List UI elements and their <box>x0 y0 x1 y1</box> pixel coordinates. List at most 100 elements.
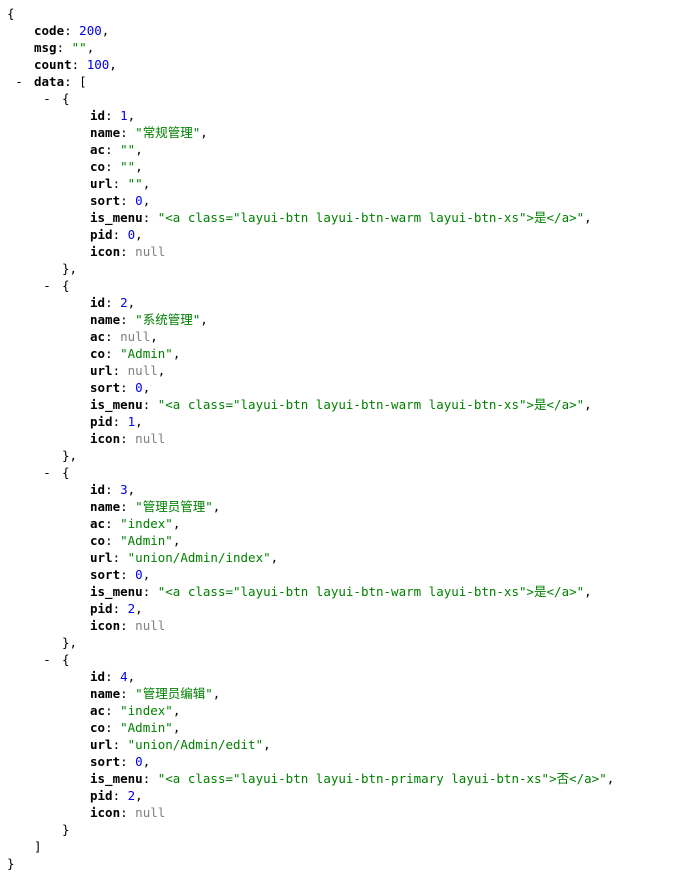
json-key: code <box>34 23 65 38</box>
json-colon: : <box>142 210 158 225</box>
item-1-field-icon: icon: null <box>90 243 165 260</box>
json-comma: , <box>157 363 166 378</box>
json-value: "union/Admin/index" <box>127 550 271 565</box>
close-brace: }, <box>62 635 78 650</box>
json-value: 0 <box>135 567 143 582</box>
close-brace: } <box>62 822 70 837</box>
json-key: sort <box>90 754 121 769</box>
collapse-item-toggle-3[interactable]: - <box>41 464 53 481</box>
item-2-field-url: url: null, <box>90 362 165 379</box>
json-key: name <box>90 499 121 514</box>
item-1-field-name: name: "常规管理", <box>90 124 208 141</box>
item-4-field-is_menu: is_menu: "<a class="layui-btn layui-btn-… <box>90 770 614 787</box>
json-colon: : <box>112 737 128 752</box>
json-colon: : <box>120 805 136 820</box>
json-comma: , <box>127 108 136 123</box>
json-colon: : <box>120 431 136 446</box>
json-colon: : <box>120 244 136 259</box>
json-key: icon <box>90 805 121 820</box>
json-key: id <box>90 482 106 497</box>
json-comma: , <box>142 754 151 769</box>
json-colon: : <box>120 618 136 633</box>
open-brace: { <box>62 465 70 480</box>
json-colon: : <box>105 142 121 157</box>
json-colon: : <box>105 108 121 123</box>
item-close-brace: }, <box>62 634 77 651</box>
open-brace: { <box>62 91 70 106</box>
collapse-data-toggle[interactable]: - <box>13 73 25 90</box>
json-value: "<a class="layui-btn layui-btn-warm layu… <box>157 584 585 599</box>
json-key: icon <box>90 618 121 633</box>
json-comma: , <box>135 159 143 174</box>
item-1-field-co: co: "", <box>90 158 143 175</box>
json-colon: : <box>112 601 128 616</box>
item-3-field-icon: icon: null <box>90 617 165 634</box>
json-comma: , <box>584 397 592 412</box>
close-brace: } <box>7 856 15 871</box>
json-value: 0 <box>135 754 143 769</box>
item-3-field-ac: ac: "index", <box>90 515 180 532</box>
item-4-field-url: url: "union/Admin/edit", <box>90 736 271 753</box>
json-key: co <box>90 159 106 174</box>
json-comma: , <box>200 312 208 327</box>
item-3-field-co: co: "Admin", <box>90 532 180 549</box>
json-comma: , <box>172 720 181 735</box>
json-key: co <box>90 720 106 735</box>
json-key: co <box>90 533 106 548</box>
json-value: "Admin" <box>120 720 173 735</box>
json-key: url <box>90 550 113 565</box>
json-key: sort <box>90 193 121 208</box>
json-colon: : <box>71 57 87 72</box>
item-1-field-id: id: 1, <box>90 107 135 124</box>
item-open-brace: { <box>62 277 70 294</box>
json-value: "<a class="layui-btn layui-btn-warm layu… <box>157 210 585 225</box>
json-comma: , <box>86 40 95 55</box>
item-1-field-sort: sort: 0, <box>90 192 150 209</box>
json-comma: , <box>127 482 136 497</box>
collapse-item-toggle-1[interactable]: - <box>41 90 53 107</box>
json-value: 0 <box>135 193 143 208</box>
json-viewer: {code: 200, msg: "", count: 100, - data: [-{… <box>0 0 686 871</box>
item-4-field-ac: ac: "index", <box>90 702 180 719</box>
item-1-field-is_menu: is_menu: "<a class="layui-btn layui-btn-… <box>90 209 592 226</box>
json-value: null <box>135 618 166 633</box>
json-comma: , <box>212 686 221 701</box>
json-colon: : <box>64 23 80 38</box>
item-close-brace: }, <box>62 260 77 277</box>
json-colon: : <box>105 516 121 531</box>
json-comma: , <box>135 227 143 242</box>
json-value: 2 <box>120 295 128 310</box>
json-value: 100 <box>86 57 110 72</box>
json-comma: , <box>142 176 151 191</box>
json-comma: , <box>606 771 615 786</box>
item-4-field-id: id: 4, <box>90 668 135 685</box>
collapse-item-toggle-4[interactable]: - <box>41 651 53 668</box>
root-open-brace: { <box>7 5 15 22</box>
close-bracket: ] <box>34 839 42 854</box>
json-key: count <box>34 57 72 72</box>
json-colon: : <box>120 499 136 514</box>
json-key: data <box>34 74 65 89</box>
item-2-field-id: id: 2, <box>90 294 135 311</box>
item-2-field-is_menu: is_menu: "<a class="layui-btn layui-btn-… <box>90 396 592 413</box>
json-comma: , <box>200 125 208 140</box>
json-value: null <box>120 329 151 344</box>
item-3-field-url: url: "union/Admin/index", <box>90 549 278 566</box>
json-colon: : <box>105 159 121 174</box>
item-3-field-pid: pid: 2, <box>90 600 143 617</box>
json-comma: , <box>135 414 143 429</box>
json-key: is_menu <box>90 771 143 786</box>
json-value: 0 <box>135 380 143 395</box>
json-key: icon <box>90 431 121 446</box>
close-brace: }, <box>62 261 78 276</box>
json-key: ac <box>90 516 106 531</box>
json-value: "管理员管理" <box>135 499 213 514</box>
json-key: url <box>90 737 113 752</box>
item-3-field-name: name: "管理员管理", <box>90 498 220 515</box>
json-key: pid <box>90 227 113 242</box>
json-value: "union/Admin/edit" <box>127 737 264 752</box>
json-colon: : <box>142 771 158 786</box>
json-colon: : <box>120 754 136 769</box>
json-comma: , <box>135 788 143 803</box>
collapse-item-toggle-2[interactable]: - <box>41 277 53 294</box>
